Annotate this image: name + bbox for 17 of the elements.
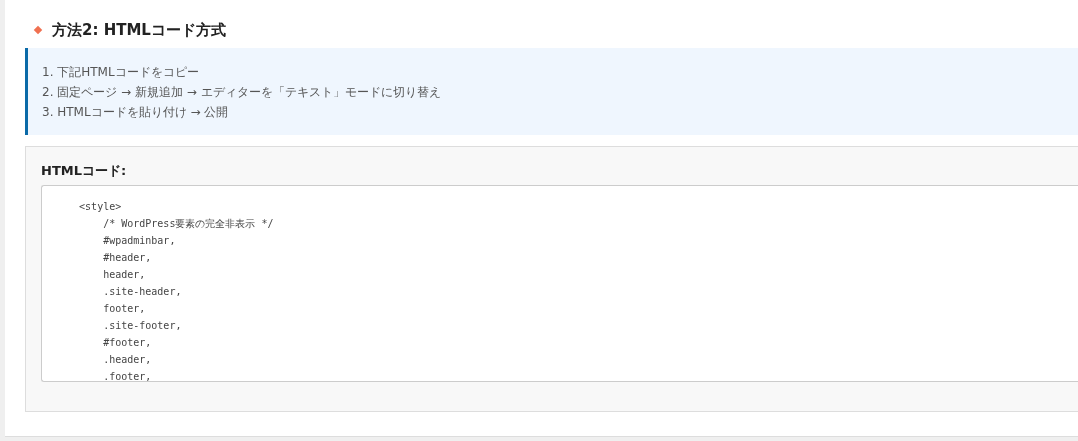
code-line: .site-footer,	[102, 319, 183, 333]
code-line: .footer,	[102, 370, 153, 381]
code-line: header,	[102, 268, 147, 282]
code-label: HTMLコード:	[41, 162, 128, 180]
code-line: .site-header,	[102, 285, 183, 299]
code-line: #header,	[102, 251, 153, 265]
instruction-step: 1. 下記HTMLコードをコピー	[42, 62, 1078, 82]
instruction-step: 3. HTMLコードを貼り付け → 公開	[42, 102, 1078, 122]
code-line: <style>	[78, 200, 123, 214]
section-heading: 方法2: HTMLコード方式	[52, 20, 226, 40]
instruction-step: 2. 固定ページ → 新規追加 → エディターを「テキスト」モードに切り替え	[42, 82, 1078, 102]
code-box[interactable]: <style> /* WordPress要素の完全非表示 */ #wpadminbar, #header, header, .site-header, footer, .site-footer, #footer, .header, .footer,	[41, 185, 1078, 382]
code-line: footer,	[102, 302, 147, 316]
code-line: .header,	[102, 353, 153, 367]
code-line: /* WordPress要素の完全非表示 */	[102, 217, 275, 231]
code-line: #footer,	[102, 336, 153, 350]
code-line: #wpadminbar,	[102, 234, 177, 248]
